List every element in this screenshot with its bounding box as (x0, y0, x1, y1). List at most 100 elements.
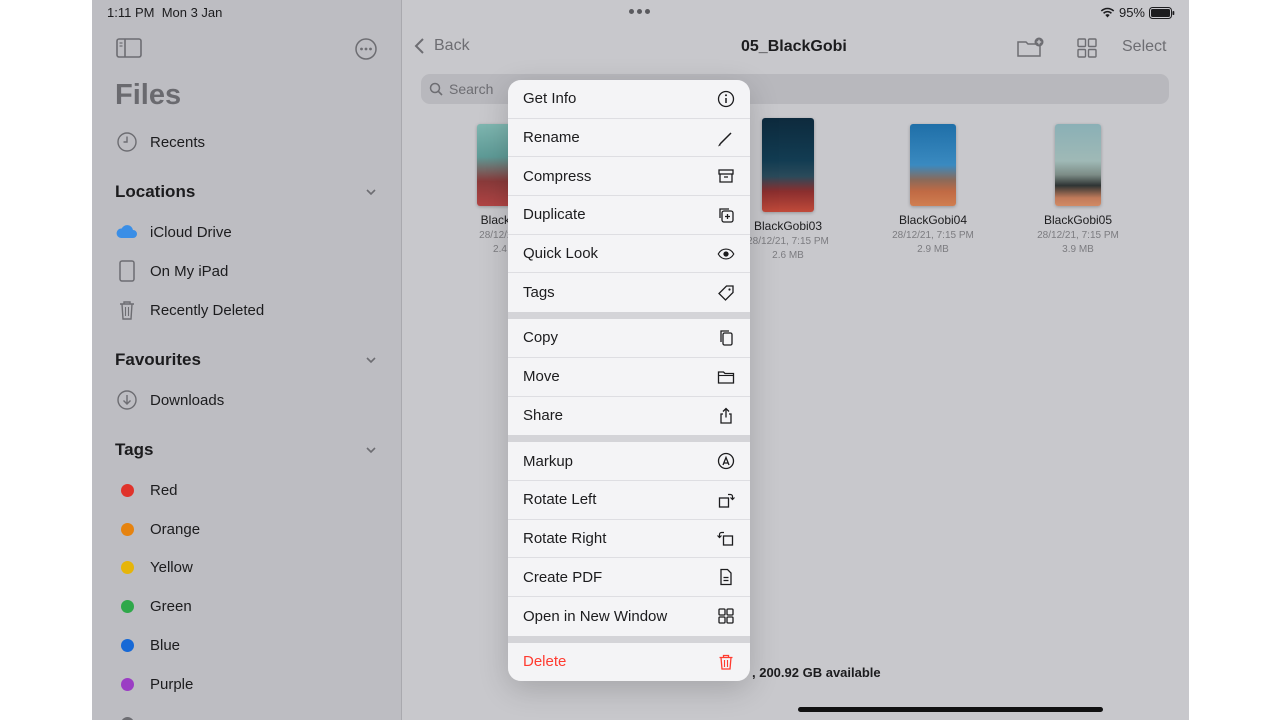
eye-icon (717, 245, 735, 263)
cloud-icon (115, 220, 139, 244)
file-size: 3.9 MB (1062, 244, 1094, 255)
menu-item-label: Rename (523, 129, 580, 147)
sidebar-tag-purple[interactable]: Purple (115, 670, 193, 698)
markup-icon (717, 452, 735, 470)
rotate-right-icon (717, 529, 735, 547)
folder-icon (717, 368, 735, 386)
sidebar-tag-blue[interactable]: Blue (115, 631, 180, 659)
new-folder-icon[interactable] (1016, 36, 1046, 60)
menu-group: Delete (508, 642, 750, 681)
file-date: 28/12/21, 7:15 PM (892, 230, 974, 241)
sidebar-tag-green[interactable]: Green (115, 592, 192, 620)
duplicate-icon (717, 206, 735, 224)
menu-item-open-new-window[interactable]: Open in New Window (508, 597, 750, 636)
file-size: 2.9 MB (917, 244, 949, 255)
sidebar-tag-yellow[interactable]: Yellow (115, 553, 193, 581)
section-heading-tags: Tags (115, 440, 154, 459)
menu-item-label: Delete (523, 653, 567, 671)
menu-item-create-pdf[interactable]: Create PDF (508, 558, 750, 597)
menu-item-rotate-left[interactable]: Rotate Left (508, 481, 750, 520)
file-date: 28/12/21, 7:15 PM (747, 236, 829, 247)
multitasking-dots-icon[interactable] (629, 9, 650, 14)
chevron-down-icon[interactable] (364, 185, 378, 199)
battery-icon (1149, 6, 1175, 19)
sidebar-tag-partial[interactable] (115, 709, 150, 720)
sidebar-title: Files (115, 79, 182, 111)
menu-item-duplicate[interactable]: Duplicate (508, 196, 750, 235)
menu-item-get-info[interactable]: Get Info (508, 80, 750, 119)
status-indicators: 95% (1100, 5, 1175, 20)
menu-item-copy[interactable]: Copy (508, 319, 750, 358)
ipad-icon (115, 259, 139, 283)
menu-group: Get Info Rename Compress Duplicate Quick… (508, 80, 750, 313)
tag-color-dot (120, 483, 134, 497)
home-indicator[interactable] (798, 707, 1103, 712)
sidebar-item-on-my-ipad[interactable]: On My iPad (115, 257, 228, 285)
info-icon (717, 90, 735, 108)
sidebar: Files Recents Locations iCloud Drive On … (92, 0, 402, 720)
sidebar-item-recently-deleted[interactable]: Recently Deleted (115, 296, 264, 324)
folder-title: 05_BlackGobi (741, 38, 847, 55)
status-time: 1:11 PM Mon 3 Jan (107, 5, 223, 20)
tag-color-dot (120, 638, 134, 652)
sidebar-tag-red[interactable]: Red (115, 476, 178, 504)
view-grid-icon[interactable] (1076, 37, 1098, 59)
rotate-left-icon (717, 491, 735, 509)
menu-item-move[interactable]: Move (508, 358, 750, 397)
menu-item-share[interactable]: Share (508, 397, 750, 436)
menu-separator (508, 312, 750, 320)
file-date: 28/12/21, 7:15 PM (1037, 230, 1119, 241)
menu-separator (508, 435, 750, 443)
menu-item-label: Rotate Right (523, 529, 607, 547)
tag-icon (717, 284, 735, 302)
section-heading-favourites: Favourites (115, 350, 201, 369)
file-item[interactable]: BlackGobi05 28/12/21, 7:15 PM 3.9 MB (1018, 124, 1138, 255)
sidebar-item-label: Blue (150, 636, 181, 654)
battery-percent: 95% (1118, 5, 1145, 20)
sidebar-item-downloads[interactable]: Downloads (115, 386, 224, 414)
section-heading-locations: Locations (115, 182, 196, 201)
wifi-icon (1100, 7, 1115, 18)
menu-item-rename[interactable]: Rename (508, 119, 750, 158)
select-button[interactable]: Select (1122, 38, 1166, 56)
chevron-down-icon[interactable] (364, 353, 378, 367)
sidebar-item-icloud-drive[interactable]: iCloud Drive (115, 218, 232, 246)
file-item[interactable]: BlackGobi04 28/12/21, 7:15 PM 2.9 MB (873, 124, 993, 255)
menu-item-tags[interactable]: Tags (508, 273, 750, 312)
menu-group: Markup Rotate Left Rotate Right Create P… (508, 442, 750, 636)
trash-icon (717, 653, 735, 671)
sidebar-toggle-icon[interactable] (115, 36, 143, 60)
sidebar-item-recents[interactable]: Recents (115, 128, 205, 156)
chevron-down-icon[interactable] (364, 443, 378, 457)
menu-group: Copy Move Share (508, 319, 750, 436)
search-icon (429, 82, 443, 96)
clock-icon (115, 130, 139, 154)
copy-icon (717, 329, 735, 347)
sidebar-item-label: On My iPad (150, 262, 229, 280)
menu-item-label: Get Info (523, 90, 577, 108)
file-name: BlackGobi05 (1043, 213, 1113, 227)
sidebar-item-label: Red (150, 481, 178, 499)
pencil-icon (717, 129, 735, 147)
menu-item-label: Markup (523, 452, 574, 470)
menu-item-quick-look[interactable]: Quick Look (508, 235, 750, 274)
window-grid-icon (717, 607, 735, 625)
back-button[interactable]: Back (414, 37, 470, 55)
menu-separator (508, 635, 750, 643)
menu-item-label: Rotate Left (523, 491, 597, 509)
sidebar-tag-orange[interactable]: Orange (115, 515, 200, 543)
sidebar-item-label: Purple (150, 675, 194, 693)
archive-box-icon (717, 167, 735, 185)
menu-item-label: Tags (523, 284, 555, 302)
menu-item-delete[interactable]: Delete (508, 643, 750, 681)
back-label: Back (434, 37, 470, 54)
menu-item-markup[interactable]: Markup (508, 442, 750, 481)
more-options-icon[interactable] (354, 37, 378, 61)
menu-item-rotate-right[interactable]: Rotate Right (508, 520, 750, 559)
menu-item-label: Compress (523, 167, 592, 185)
tag-color-dot (120, 677, 134, 691)
trash-icon (115, 298, 139, 322)
file-thumbnail (762, 118, 814, 212)
menu-item-compress[interactable]: Compress (508, 157, 750, 197)
storage-info: , 200.92 GB available (752, 665, 881, 680)
